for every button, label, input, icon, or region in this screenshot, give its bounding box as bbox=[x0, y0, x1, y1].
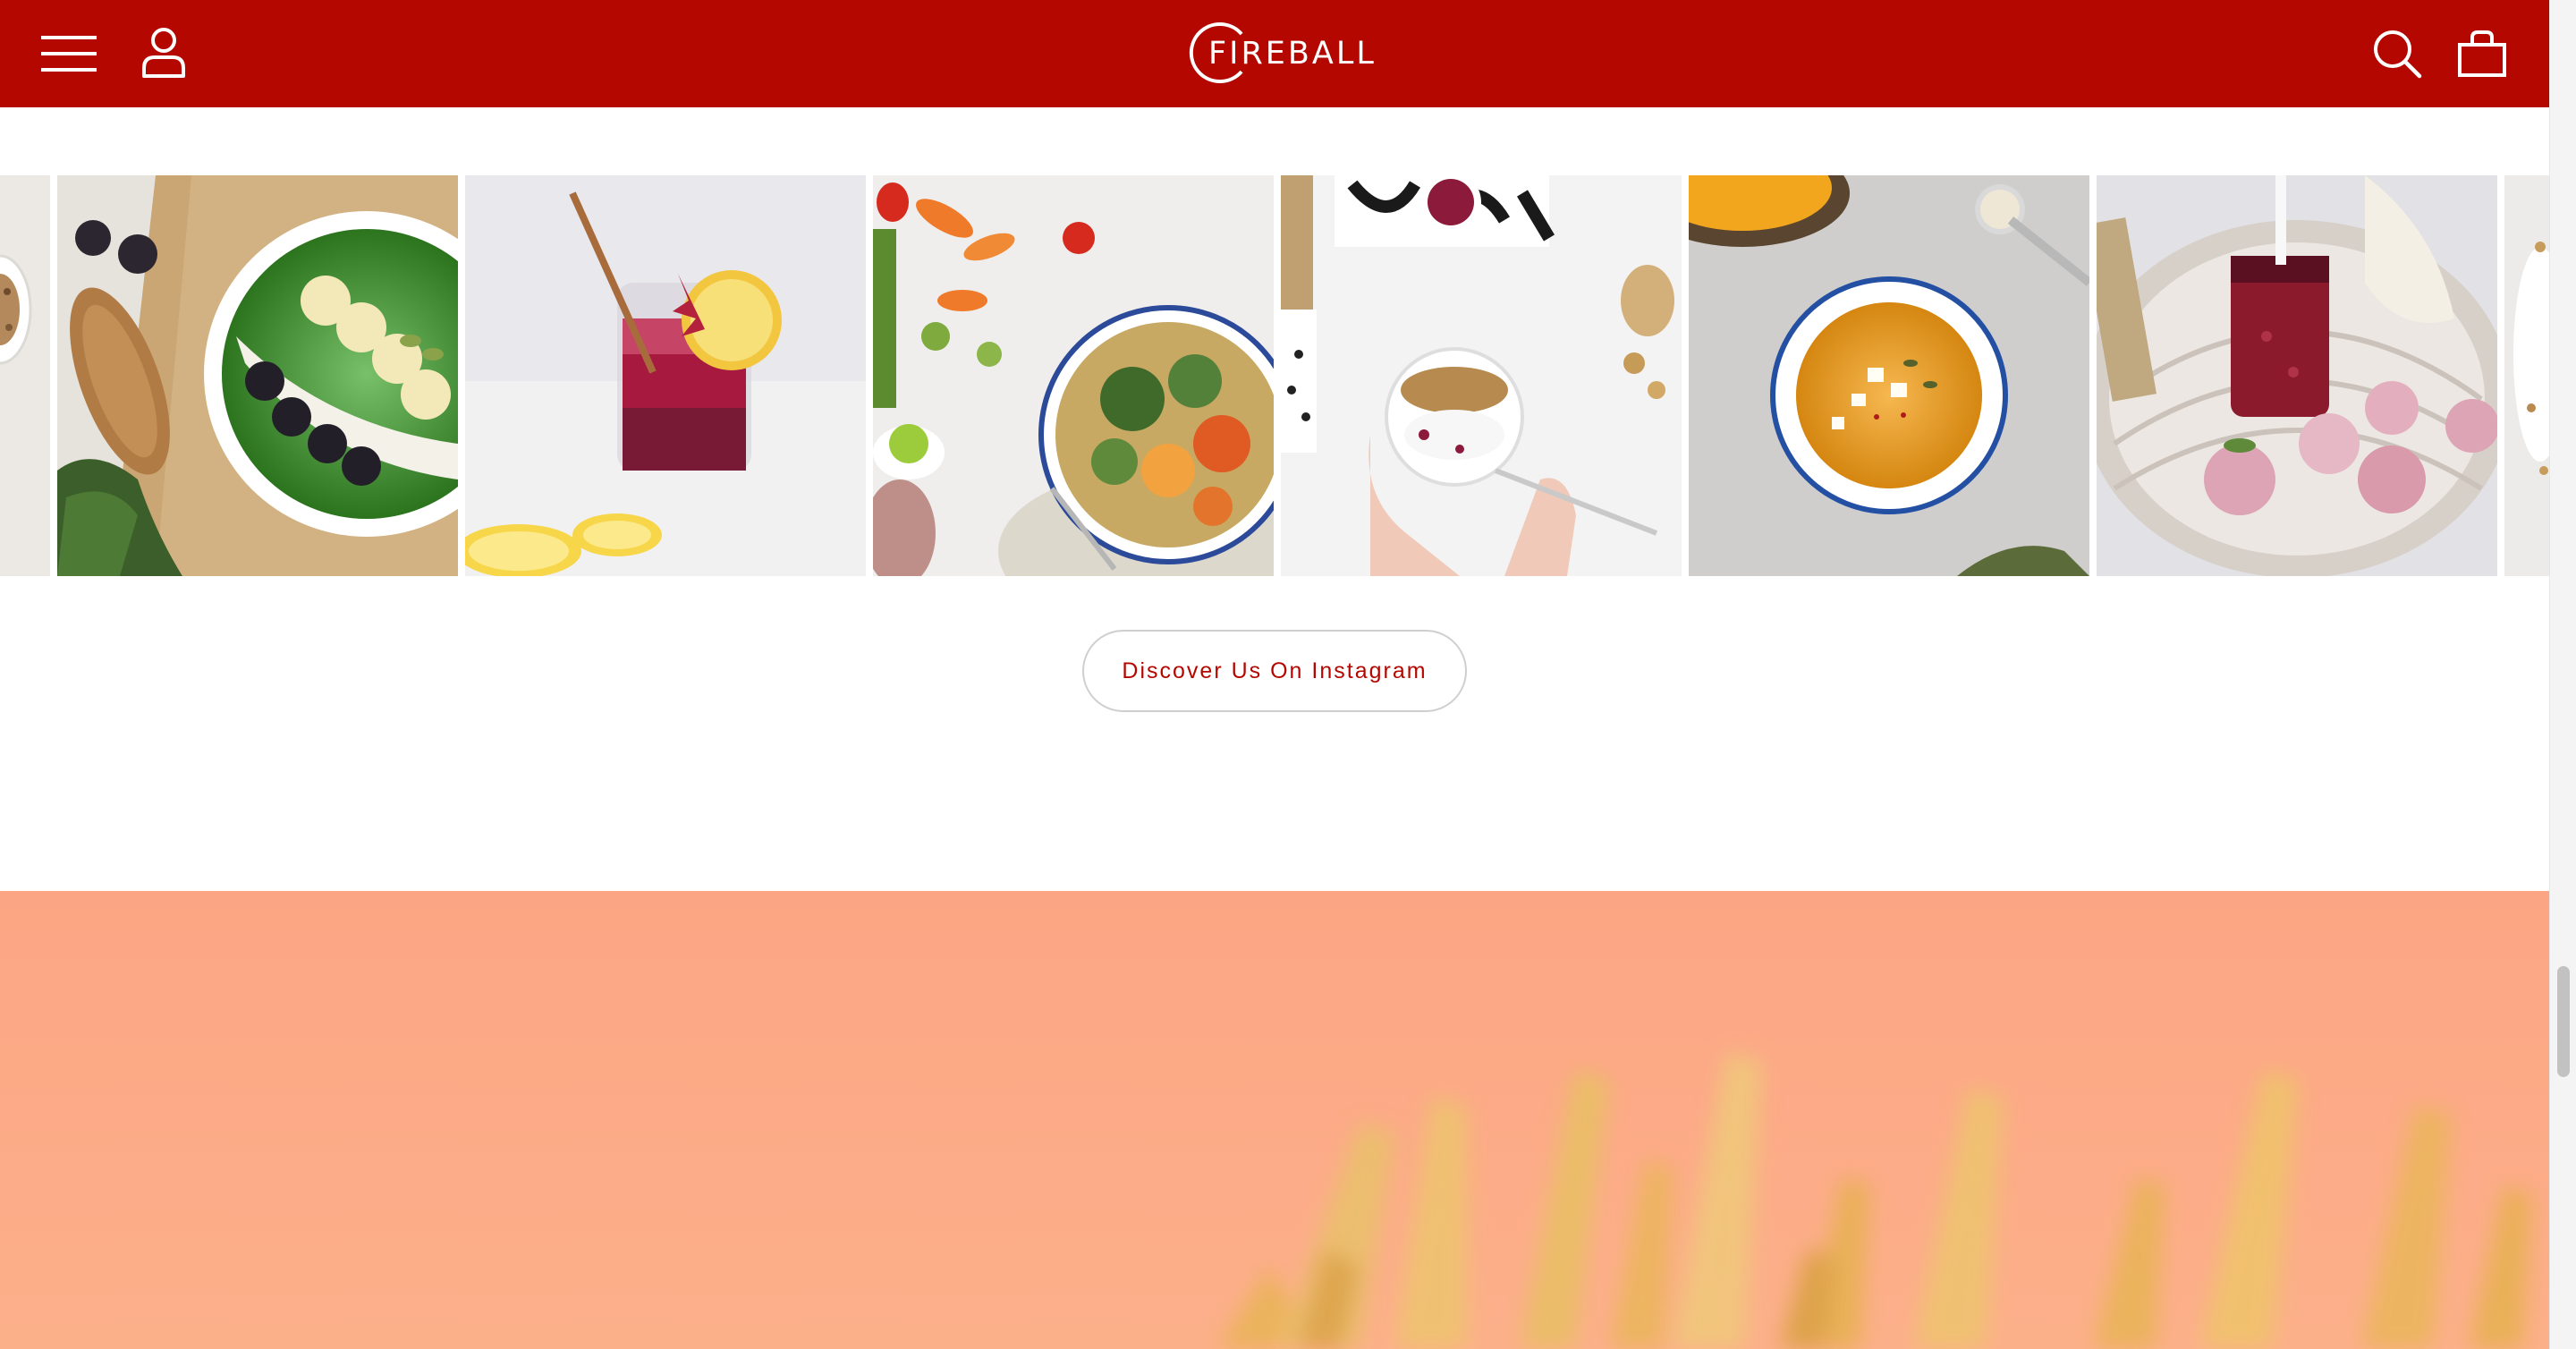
search-icon bbox=[2374, 30, 2422, 79]
cart-button[interactable] bbox=[2458, 30, 2506, 77]
instagram-post-roasted-vegetable-bowl[interactable] bbox=[873, 175, 1274, 576]
discover-instagram-button[interactable]: Discover Us On Instagram bbox=[1082, 630, 1467, 712]
brand-logo[interactable]: FIREBALL bbox=[1184, 14, 1374, 91]
search-button[interactable] bbox=[2372, 29, 2422, 79]
instagram-post-berry-drink-jar[interactable] bbox=[465, 175, 866, 576]
scrollbar-thumb[interactable] bbox=[2557, 966, 2570, 1077]
account-button[interactable] bbox=[141, 27, 186, 79]
site-header: FIREBALL bbox=[0, 0, 2549, 107]
brand-name: FIREBALL bbox=[1208, 36, 1377, 72]
user-icon bbox=[142, 28, 185, 78]
instagram-post-berry-jam-basket[interactable] bbox=[2097, 175, 2497, 576]
instagram-post-green-smoothie-bowl[interactable] bbox=[57, 175, 458, 576]
page-scrollbar[interactable] bbox=[2549, 0, 2576, 1349]
instagram-post-granola-partial[interactable] bbox=[2504, 175, 2549, 576]
menu-icon bbox=[41, 36, 97, 72]
shopping-bag-icon bbox=[2458, 30, 2506, 77]
instagram-post-pumpkin-soup[interactable] bbox=[1689, 175, 2089, 576]
page: FIREBALL Discover Us On Instagram bbox=[0, 0, 2576, 1349]
instagram-gallery bbox=[0, 175, 2549, 576]
menu-button[interactable] bbox=[41, 32, 100, 77]
hero-banner-image bbox=[0, 891, 2549, 1349]
instagram-post-yogurt-granola-bowl[interactable] bbox=[1281, 175, 1682, 576]
instagram-post-granola-bowl-partial[interactable] bbox=[0, 175, 50, 576]
